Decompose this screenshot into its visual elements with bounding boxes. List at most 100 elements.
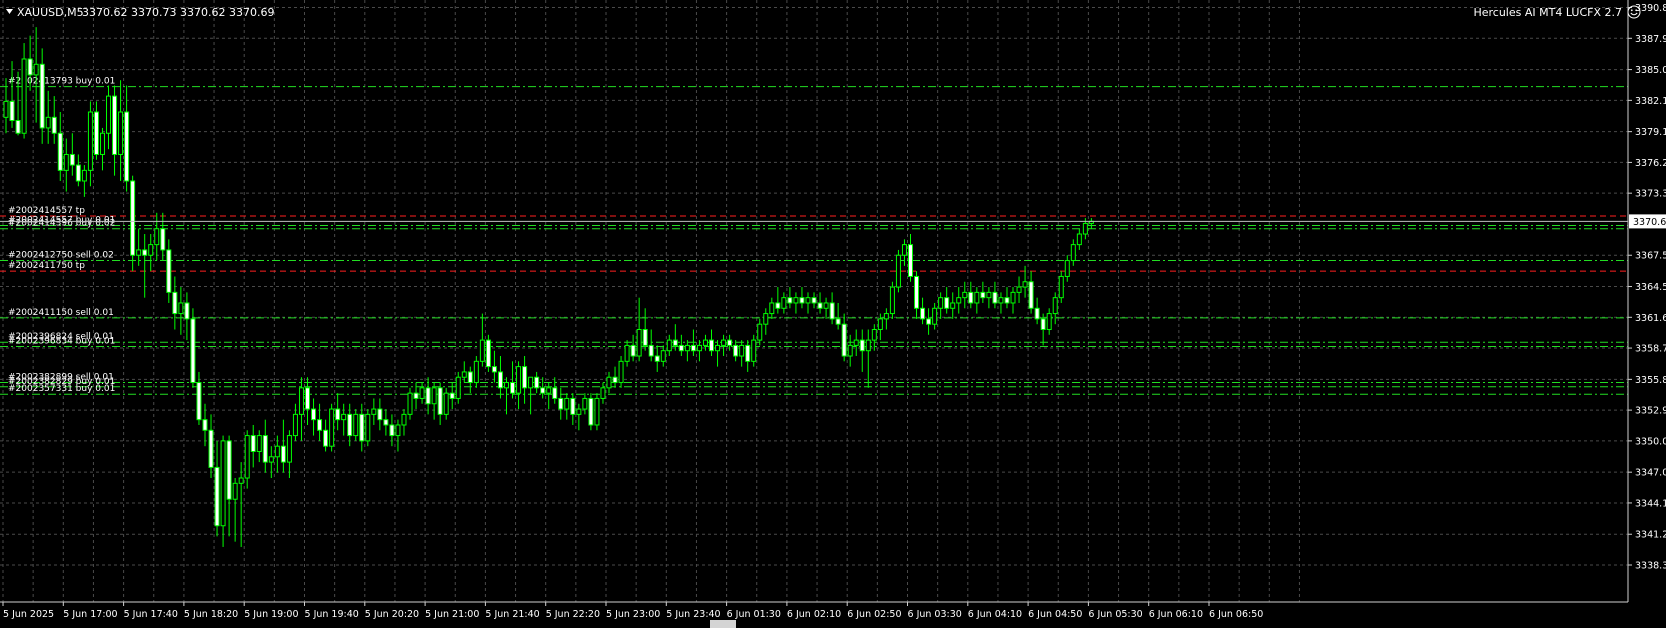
candle-body [262,435,268,463]
candle-body [630,344,636,357]
price-tick-label: 3347.05 [1635,468,1666,479]
candle-body [817,302,823,309]
price-tick-label: 3367.50 [1635,251,1666,262]
candle-body [280,445,286,463]
price-tick-label: 3361.65 [1635,313,1666,324]
candle-body [317,419,323,431]
candle-body [220,440,226,527]
candle-body [142,249,148,256]
time-tick-label: 5 Jun 18:20 [184,609,238,620]
candle [588,393,594,431]
candle-body [510,382,516,394]
candle-body [208,429,214,468]
candle-body [962,291,968,299]
candle-body [485,339,491,368]
candle-body [859,339,865,352]
candle-body [467,371,473,384]
trade-line-label: #2002414557 tp [8,206,85,216]
price-tick-label: 3352.90 [1635,406,1666,417]
candle-body [244,435,250,479]
candle-body [624,344,630,362]
candle-body [130,180,136,256]
candle-body [612,376,618,384]
candle-body [540,387,546,394]
candle-body [642,328,648,346]
candle-body [1028,281,1034,309]
candle-body [1070,244,1076,262]
candle-body [956,297,962,304]
price-tick-label: 3385.00 [1635,65,1666,76]
candle-body [666,339,672,352]
trade-line-label: #2002411750 tp [8,261,85,271]
candle-body [298,387,304,415]
candle-body [1052,297,1058,315]
candle-body [992,291,998,304]
candle-body [305,387,310,410]
candle-body [87,111,93,171]
candle-body [202,419,208,431]
candle-body [3,100,9,118]
candle-body [371,408,377,415]
candle-body [81,169,87,182]
indicator-label: Hercules AI MT4 LUCFX 2.7 [1473,6,1622,19]
candle-body [564,397,570,410]
candle-body [160,228,166,251]
candle-body [594,397,600,426]
candle-body [365,413,371,442]
candle-body [974,291,980,304]
candle-body [1022,281,1028,288]
candle-body [805,297,811,304]
candle-body [908,244,913,277]
candle-body [33,63,39,76]
candle-body [292,413,298,437]
candle-body [654,355,660,362]
candle-body [781,297,787,309]
candle-body [865,339,871,352]
price-tick-label: 3379.15 [1635,127,1666,138]
candle-body [552,387,558,399]
candle-body [751,339,757,362]
candle-body [920,307,926,320]
candle [895,249,901,293]
time-tick-label: 5 Jun 21:40 [485,609,539,620]
candle-body [841,323,847,357]
time-tick-label: 5 Jun 21:00 [425,609,479,620]
candle-body [811,297,817,304]
candle-body [1010,291,1016,304]
candle-body [419,387,425,399]
candle-body [1040,318,1046,330]
candle-body [443,392,449,415]
candle-body [1016,286,1022,293]
trade-line-label: #2002357331 buy 0.01 [8,384,115,394]
time-tick-label: 6 Jun 01:30 [727,609,781,620]
candle-body [715,344,721,352]
candle-body [648,344,654,357]
candle-body [835,318,841,325]
candle-body [172,291,178,315]
time-tick-label: 6 Jun 04:50 [1028,609,1082,620]
candle-body [986,291,992,299]
candle-body [256,435,262,452]
price-tick-label: 3344.15 [1635,498,1666,509]
candle-body [932,307,938,325]
candle-body [558,397,564,410]
time-tick-label: 6 Jun 03:30 [908,609,962,620]
candle-body [757,323,763,341]
candle-body [546,387,552,394]
candle-body [901,244,907,256]
candle-body [847,344,853,357]
current-price-label: 3370.69 [1633,217,1666,228]
candle-body [1046,313,1052,330]
candle-body [1076,233,1082,246]
time-tick-label: 5 Jun 17:40 [124,609,178,620]
candle-body [497,371,503,389]
candle-body [799,297,805,304]
candle-body [914,275,920,309]
candle-body [534,376,540,389]
candle-body [739,344,745,357]
candle-body [793,297,799,304]
candle-body [395,424,401,437]
price-chart[interactable]: #2002413793 buy 0.01#2002414557 tp#20024… [0,0,1666,628]
candle-body [1082,222,1088,235]
candle-body [431,387,437,405]
